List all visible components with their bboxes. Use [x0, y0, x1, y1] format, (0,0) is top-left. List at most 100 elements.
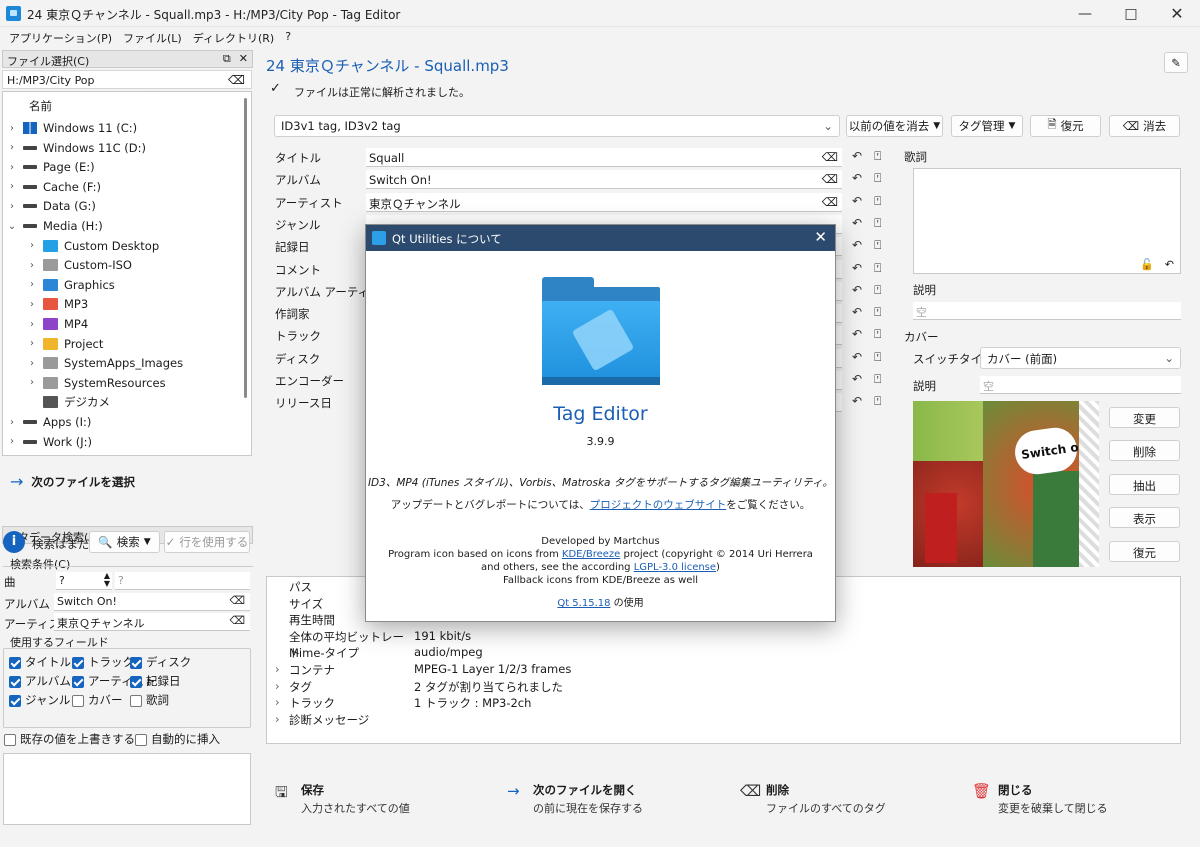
cover-button[interactable]: 削除 — [1109, 440, 1180, 462]
tree-item[interactable]: › MP4 — [27, 314, 251, 334]
bottom-action[interactable]: ⌫ 削除 ファイルのすべてのタグ — [740, 782, 886, 816]
undo-icon[interactable]: ↶ — [852, 372, 862, 387]
lock-icon[interactable]: ⍞ — [874, 394, 881, 409]
cover-desc-input[interactable]: 空 — [980, 376, 1181, 394]
info-row[interactable]: › タグ 2 タグが割り当てられました — [275, 679, 563, 695]
info-row[interactable]: › トラック 1 トラック : MP3-2ch — [275, 695, 531, 711]
tree-item[interactable]: › Work (J:) — [7, 432, 241, 452]
use-row-button[interactable]: ✓ 行を使用する — [164, 531, 250, 553]
menu-file[interactable]: ファイル(L) — [118, 27, 188, 47]
chevron-right-icon[interactable]: › — [27, 319, 37, 330]
menu-help[interactable]: ? — [280, 27, 297, 47]
tree-item[interactable]: › MP3 — [27, 294, 251, 314]
bottom-action[interactable]: → 次のファイルを開く の前に現在を保存する — [507, 782, 643, 816]
checkbox[interactable] — [4, 733, 16, 746]
tree-item[interactable]: › Windows 11 (C:) — [7, 118, 241, 138]
bottom-action[interactable]: 🗑 閉じる 変更を破棄して閉じる — [972, 782, 1108, 816]
checkbox[interactable] — [9, 675, 21, 688]
lyrics-desc-input[interactable]: 空 — [913, 302, 1181, 320]
chevron-right-icon[interactable]: › — [7, 436, 17, 447]
chevron-right-icon[interactable]: › — [27, 358, 37, 369]
lock-icon[interactable]: ⍞ — [874, 372, 881, 387]
chevron-right-icon[interactable]: › — [7, 417, 17, 428]
checkbox[interactable] — [72, 675, 84, 688]
chevron-right-icon[interactable]: › — [27, 299, 37, 310]
info-row[interactable]: Mime-タイプ audio/mpeg — [275, 645, 483, 661]
chevron-right-icon[interactable]: › — [27, 338, 37, 349]
chevron-right-icon[interactable]: › — [275, 662, 289, 678]
dialog-close-icon[interactable]: ✕ — [814, 228, 827, 246]
float-icon[interactable]: ⧉ — [223, 52, 231, 66]
tag-field-input[interactable]: Squall ⌫ — [366, 148, 842, 167]
field-checkbox[interactable]: 歌詞 — [130, 692, 169, 708]
tag-select-combo[interactable]: ID3v1 tag, ID3v2 tag ⌄ — [274, 115, 840, 137]
menu-application[interactable]: アプリケーション(P) — [4, 27, 118, 47]
lock-icon[interactable]: ⍞ — [874, 216, 881, 231]
lock-icon[interactable]: ⍞ — [874, 261, 881, 276]
lyrics-textarea[interactable]: 🔓 ↶ — [913, 168, 1181, 274]
qt-version-link[interactable]: Qt 5.15.18 — [557, 598, 610, 609]
undo-icon[interactable]: ↶ — [852, 238, 862, 253]
undo-icon[interactable]: ↶ — [852, 350, 862, 365]
path-input[interactable]: H:/MP3/City Pop ⌫ — [2, 70, 252, 89]
field-checkbox[interactable]: ジャンル — [9, 692, 70, 708]
undo-icon[interactable]: ↶ — [852, 171, 862, 186]
clear-icon[interactable]: ⌫ — [229, 614, 245, 627]
tree-item[interactable]: › SystemResources — [27, 373, 251, 393]
chevron-right-icon[interactable]: › — [27, 377, 37, 388]
auto-insert-checkbox[interactable]: 自動的に挿入 — [135, 731, 220, 747]
tree-item[interactable]: デジカメ — [27, 392, 251, 412]
lock-icon[interactable]: ⍞ — [874, 171, 881, 186]
field-checkbox[interactable]: アルバム — [9, 673, 71, 689]
chevron-right-icon[interactable]: › — [7, 201, 17, 212]
clear-path-icon[interactable]: ⌫ — [228, 73, 245, 87]
lock-icon[interactable]: ⍞ — [874, 194, 881, 209]
chevron-right-icon[interactable]: › — [275, 679, 289, 695]
checkbox[interactable] — [72, 694, 84, 707]
next-file-link[interactable]: → 次のファイルを選択 — [10, 472, 135, 491]
search-results[interactable] — [3, 753, 251, 825]
chevron-right-icon[interactable]: › — [7, 123, 17, 134]
tree-item[interactable]: › Windows 11C (D:) — [7, 138, 241, 158]
switch-type-combo[interactable]: カバー (前面) ⌄ — [980, 347, 1181, 369]
tree-scrollbar[interactable] — [244, 98, 247, 398]
tree-item[interactable]: › Custom Desktop — [27, 236, 251, 256]
chevron-right-icon[interactable]: › — [27, 240, 37, 251]
undo-icon[interactable]: ↶ — [852, 194, 862, 209]
undo-icon[interactable]: ↶ — [852, 261, 862, 276]
checkbox[interactable] — [130, 694, 142, 707]
field-checkbox[interactable]: カバー — [72, 692, 123, 708]
tag-manage-button[interactable]: タグ管理 ▼ — [951, 115, 1023, 137]
undo-icon[interactable]: ↶ — [852, 305, 862, 320]
clear-prev-button[interactable]: 以前の値を消去 ▼ — [846, 115, 943, 137]
chevron-right-icon[interactable]: › — [7, 181, 17, 192]
lock-icon[interactable]: ⍞ — [874, 283, 881, 298]
checkbox[interactable] — [135, 733, 147, 746]
tag-field-input[interactable]: Switch On! ⌫ — [366, 170, 842, 190]
cover-button[interactable]: 復元 — [1109, 540, 1180, 562]
bottom-action[interactable]: 🖫 保存 入力されたすべての値 — [275, 782, 410, 816]
criteria-song-placeholder[interactable]: ? — [115, 572, 250, 590]
clear-icon[interactable]: ⌫ — [229, 594, 245, 607]
tree-item[interactable]: › Graphics — [27, 275, 251, 295]
checkbox[interactable] — [9, 694, 21, 707]
undo-icon[interactable]: ↶ — [852, 327, 862, 342]
field-checkbox[interactable]: 記録日 — [130, 673, 181, 689]
checkbox[interactable] — [72, 656, 84, 669]
undo-icon[interactable]: ↶ — [852, 394, 862, 409]
undo-icon[interactable]: ↶ — [852, 149, 862, 164]
criteria-album-input[interactable]: Switch On! ⌫ — [54, 593, 250, 611]
delete-button[interactable]: ⌫ 消去 — [1109, 115, 1180, 137]
lock-icon[interactable]: ⍞ — [874, 350, 881, 365]
tree-item[interactable]: › Cache (F:) — [7, 177, 241, 197]
tree-item[interactable]: › SystemApps_Images — [27, 353, 251, 373]
spinner-icon[interactable]: ▲ ▼ — [104, 572, 110, 588]
info-row[interactable]: › 診断メッセージ — [275, 712, 414, 728]
info-row[interactable]: 全体の平均ビットレート 191 kbit/s — [275, 629, 471, 660]
chevron-down-icon[interactable]: ⌄ — [7, 221, 17, 232]
edit-pencil-icon[interactable]: ✎ — [1164, 52, 1188, 73]
tree-item[interactable]: › Custom-ISO — [27, 255, 251, 275]
clear-icon[interactable]: ⌫ — [822, 172, 838, 186]
undo-icon[interactable]: ↶ — [852, 283, 862, 298]
chevron-right-icon[interactable]: › — [275, 695, 289, 711]
